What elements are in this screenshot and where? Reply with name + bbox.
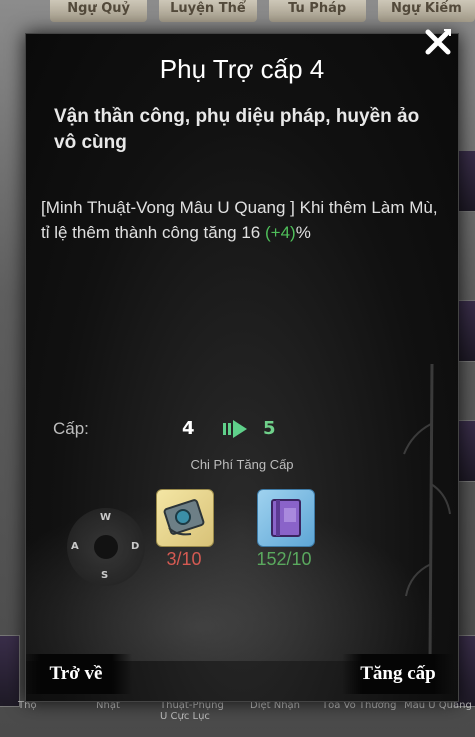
current-level: 4 — [182, 418, 195, 439]
game-screen: Ngự Quỷ Luyện Thể Tu Pháp Ngự Kiếm Thọ N… — [0, 0, 475, 737]
bamboo-decoration — [403, 364, 451, 664]
arrow-right-icon — [223, 420, 247, 438]
back-button[interactable]: Trở về — [26, 654, 132, 694]
dialog-title: Phụ Trợ cấp 4 — [159, 54, 325, 84]
tab-ngu-quy[interactable]: Ngự Quỷ — [50, 0, 148, 22]
scroll-book-icon — [163, 499, 205, 536]
joystick-knob[interactable] — [94, 535, 118, 559]
purple-skill-book-icon — [271, 499, 301, 537]
virtual-joystick[interactable]: W A D S — [67, 508, 145, 586]
tab-luyen-the[interactable]: Luyện Thể — [159, 0, 257, 22]
scroll-count: 3/10 — [166, 549, 202, 569]
joystick-label-s: S — [101, 570, 109, 581]
cost-item-scroll[interactable] — [156, 489, 214, 547]
joystick-label-a: A — [71, 541, 79, 552]
description-suffix: % — [295, 223, 311, 242]
upgrade-dialog: Phụ Trợ cấp 4 Vận thần công, phụ diệu ph… — [25, 33, 459, 702]
close-icon[interactable] — [422, 26, 454, 58]
background-card-label: Thuật-Phụng U Cực Lục — [160, 700, 224, 722]
background-tab-strip: Ngự Quỷ Luyện Thể Tu Pháp Ngự Kiếm — [0, 0, 475, 22]
dialog-subtitle: Vận thần công, phụ diệu pháp, huyền ảo v… — [54, 106, 420, 153]
description-bonus: (+4) — [265, 223, 296, 242]
book-count: 152/10 — [256, 549, 312, 569]
background-skill-card[interactable] — [0, 635, 20, 707]
upgrade-button[interactable]: Tăng cấp — [342, 654, 454, 694]
tab-ngu-kiem[interactable]: Ngự Kiếm — [377, 0, 475, 22]
tab-tu-phap[interactable]: Tu Pháp — [268, 0, 366, 22]
next-level: 5 — [263, 418, 276, 439]
cost-item-book[interactable] — [257, 489, 315, 547]
joystick-label-w: W — [100, 512, 112, 523]
upgrade-cost-title: Chi Phí Tăng Cấp — [190, 457, 294, 472]
skill-description: [Minh Thuật-Vong Mâu U Quang ] Khi thêm … — [41, 195, 441, 245]
level-label: Cấp: — [53, 419, 89, 438]
description-text: [Minh Thuật-Vong Mâu U Quang ] Khi thêm … — [41, 198, 438, 242]
